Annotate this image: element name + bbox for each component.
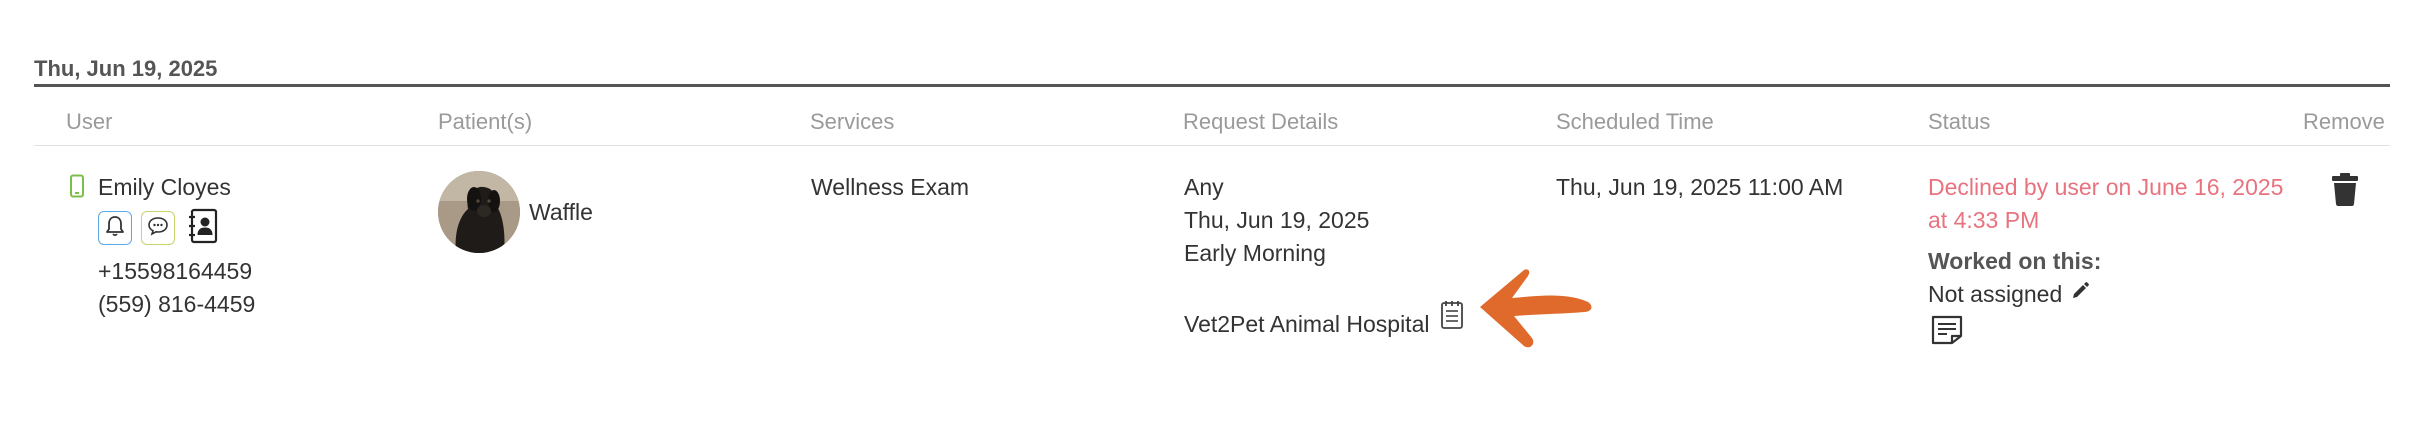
user-name[interactable]: Emily Cloyes [98,174,231,201]
notes-icon[interactable] [1439,298,1465,330]
column-header-status: Status [1928,109,1991,134]
patient-avatar[interactable] [438,171,520,253]
message-button[interactable] [141,211,175,245]
trash-icon[interactable] [2331,172,2359,206]
mobile-phone-icon [68,174,86,198]
user-phone-primary[interactable]: +15598164459 [98,258,252,285]
contact-card-icon [187,208,219,249]
service-name: Wellness Exam [811,174,970,200]
status-declined-line-2: at 4:33 PM [1928,207,2040,233]
contact-card-button[interactable] [185,208,221,249]
column-header-scheduled-time: Scheduled Time [1556,109,1714,134]
chat-bubble-icon [147,216,169,241]
edit-pencil-icon[interactable] [2070,281,2090,301]
column-header-user: User [66,109,113,134]
date-group-header: Thu, Jun 19, 2025 [34,56,218,81]
notes-icon[interactable] [1930,314,1964,346]
assignee-value: Not assigned [1928,281,2063,307]
patient-name[interactable]: Waffle [529,199,593,226]
column-header-patients: Patient(s) [438,109,533,134]
header-divider [34,145,2390,146]
request-detail-timeframe: Early Morning [1184,240,1326,266]
notify-button[interactable] [98,211,132,245]
scheduled-time: Thu, Jun 19, 2025 11:00 AM [1556,174,1844,200]
request-detail-date: Thu, Jun 19, 2025 [1184,207,1370,233]
column-header-request-details: Request Details [1183,109,1339,134]
request-detail-provider: Any [1184,174,1224,200]
request-detail-hospital: Vet2Pet Animal Hospital [1184,311,1430,337]
user-phone-secondary[interactable]: (559) 816-4459 [98,291,255,318]
column-header-remove: Remove [2303,109,2385,134]
status-declined-line-1: Declined by user on June 16, 2025 [1928,174,2284,200]
column-header-services: Services [810,109,895,134]
worked-on-label: Worked on this: [1928,248,2102,274]
date-group-divider [34,84,2390,87]
bell-icon [105,215,125,242]
annotation-arrow-icon [1476,262,1596,352]
